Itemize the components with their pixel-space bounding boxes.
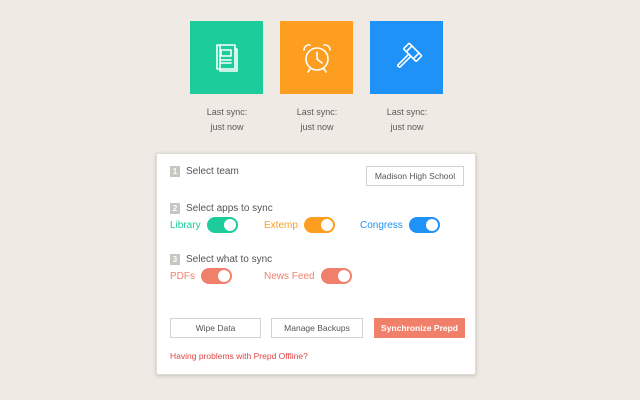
pdfs-toggle[interactable]: [201, 268, 232, 284]
step-select-team: 1 Select team: [170, 166, 239, 177]
sync-settings-card: 1 Select team Madison High School 2 Sele…: [156, 153, 476, 375]
step-label: Select team: [186, 166, 239, 177]
congress-last-sync: Last sync: just now: [357, 105, 457, 135]
step-number-badge: 1: [170, 166, 180, 177]
pdfs-toggle-label: PDFs: [170, 270, 195, 282]
step-label: Select what to sync: [186, 254, 273, 265]
extemp-sync-option: Extemp: [264, 217, 335, 233]
wipe-data-button[interactable]: Wipe Data: [170, 318, 261, 338]
help-link[interactable]: Having problems with Prepd Offline?: [170, 351, 308, 361]
extemp-app-tile: [280, 21, 353, 94]
step-select-apps: 2 Select apps to sync: [170, 203, 273, 214]
library-toggle-label: Library: [170, 219, 201, 231]
library-toggle[interactable]: [206, 217, 238, 233]
extemp-last-sync: Last sync: just now: [267, 105, 367, 135]
congress-sync-value: just now: [390, 122, 424, 132]
toggle-knob: [320, 219, 333, 231]
step-label: Select apps to sync: [186, 203, 273, 214]
toggle-knob: [223, 219, 236, 231]
manage-backups-button[interactable]: Manage Backups: [271, 318, 363, 338]
book-icon: [215, 43, 238, 72]
toggle-knob: [425, 219, 438, 231]
gavel-icon: [396, 42, 422, 68]
extemp-sync-value: just now: [300, 122, 334, 132]
step-select-content: 3 Select what to sync: [170, 254, 272, 265]
news-feed-toggle[interactable]: [320, 268, 352, 284]
congress-sync-option: Congress: [360, 217, 440, 233]
news-feed-toggle-label: News Feed: [264, 270, 315, 282]
alarm-clock-icon: [302, 43, 331, 73]
team-select-button[interactable]: Madison High School: [366, 166, 464, 186]
page: Last sync: just now Last sync: just now …: [0, 0, 640, 400]
congress-app-tile: [370, 21, 443, 94]
toggle-knob: [218, 270, 230, 282]
pdfs-sync-option: PDFs: [170, 268, 232, 284]
extemp-toggle[interactable]: [303, 217, 335, 233]
synchronize-button[interactable]: Synchronize Prepd: [374, 318, 465, 338]
library-last-sync: Last sync: just now: [177, 105, 277, 135]
extemp-toggle-label: Extemp: [264, 219, 298, 231]
library-sync-caption: Last sync:: [206, 107, 248, 117]
congress-sync-caption: Last sync:: [386, 107, 428, 117]
library-app-tile: [190, 21, 263, 94]
step-number-badge: 2: [170, 203, 180, 214]
toggle-knob: [337, 270, 350, 282]
library-sync-option: Library: [170, 217, 238, 233]
congress-toggle[interactable]: [408, 217, 440, 233]
extemp-sync-caption: Last sync:: [296, 107, 338, 117]
step-number-badge: 3: [170, 254, 180, 265]
library-sync-value: just now: [210, 122, 244, 132]
congress-toggle-label: Congress: [360, 219, 403, 231]
news-feed-sync-option: News Feed: [264, 268, 352, 284]
